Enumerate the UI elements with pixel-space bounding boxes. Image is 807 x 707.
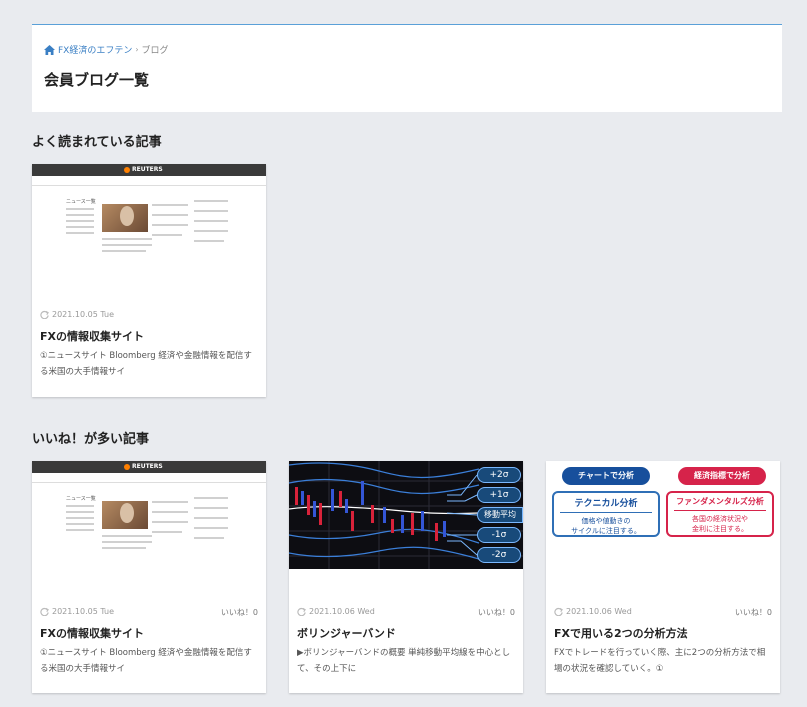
fundamental-text: 各国の経済状況や 金利に注目する。 (692, 515, 748, 533)
article-date-text: 2021.10.05 Tue (52, 310, 115, 319)
refresh-icon (554, 607, 563, 616)
band-label-plus1: +1σ (477, 487, 521, 503)
article-excerpt: ①ニュースサイト Bloomberg 経済や金融情報を配信する米国の大手情報サイ (40, 648, 252, 674)
breadcrumb-home-link[interactable]: FX経済のエフテン (44, 43, 132, 56)
article-card[interactable]: チャートで分析 経済指標で分析 テクニカル分析 価格や値動きの サイクルに注目す… (546, 461, 780, 693)
section-title-popular: よく読まれている記事 (32, 135, 162, 150)
fundamental-title: ファンダメンタルズ分析 (676, 497, 764, 506)
article-thumbnail[interactable]: +2σ +1σ 移動平均 -1σ -2σ (289, 461, 523, 569)
breadcrumb-home-label: FX経済のエフテン (58, 46, 133, 56)
technical-text: 価格や値動きの サイクルに注目する。 (571, 517, 641, 535)
article-date: 2021.10.05 Tue (40, 310, 114, 319)
page-header: FX経済のエフテン › ブログ 会員ブログ一覧 (32, 24, 782, 112)
home-icon (44, 44, 55, 55)
thumbnail-caption: ニュース一覧 (66, 496, 96, 502)
fundamental-box: ファンダメンタルズ分析 各国の経済状況や 金利に注目する。 (666, 491, 774, 537)
article-date: 2021.10.06 Wed (554, 607, 632, 616)
article-title[interactable]: ボリンジャーバンド (297, 625, 396, 641)
band-label-minus1: -1σ (477, 527, 521, 543)
refresh-icon (297, 607, 306, 616)
breadcrumb: FX経済のエフテン › ブログ (44, 43, 169, 56)
article-card[interactable]: REUTERS ニュース一覧 2021.10.05 Tue FXの情報収集サイト… (32, 164, 266, 397)
like-count: いいね！0 (220, 608, 258, 617)
like-count: いいね！0 (734, 608, 772, 617)
refresh-icon (40, 607, 49, 616)
article-date-text: 2021.10.06 Wed (309, 607, 375, 616)
thumbnail-caption: ニュース一覧 (66, 199, 96, 205)
technical-box: テクニカル分析 価格や値動きの サイクルに注目する。 (552, 491, 660, 537)
band-label-plus2: +2σ (477, 467, 521, 483)
article-thumbnail[interactable]: チャートで分析 経済指標で分析 テクニカル分析 価格や値動きの サイクルに注目す… (546, 461, 780, 569)
technical-title: テクニカル分析 (574, 499, 638, 509)
like-count: いいね！0 (477, 608, 515, 617)
refresh-icon (40, 310, 49, 319)
breadcrumb-separator: › (135, 45, 139, 54)
article-date: 2021.10.06 Wed (297, 607, 375, 616)
reuters-logo-icon (124, 464, 130, 470)
article-excerpt: ▶ボリンジャーバンドの概要 単純移動平均線を中心として、その上下に (297, 648, 511, 674)
article-title[interactable]: FXで用いる2つの分析方法 (554, 625, 688, 641)
article-excerpt: FXでトレードを行っていく際、主に2つの分析方法で相場の状況を確認していく。① (554, 648, 766, 674)
article-date-text: 2021.10.05 Tue (52, 607, 115, 616)
page-title: 会員ブログ一覧 (44, 71, 150, 89)
band-label-ma: 移動平均 (477, 507, 523, 523)
article-card[interactable]: REUTERS ニュース一覧 2021.10.05 Tue いいね！0 FXの情… (32, 461, 266, 693)
thumbnail-brand: REUTERS (132, 166, 163, 173)
article-title[interactable]: FXの情報収集サイト (40, 328, 144, 344)
article-thumbnail[interactable]: REUTERS ニュース一覧 (32, 164, 266, 272)
fundamental-tag: 経済指標で分析 (678, 467, 766, 485)
technical-tag: チャートで分析 (562, 467, 650, 485)
thumbnail-brand: REUTERS (132, 463, 163, 470)
band-label-minus2: -2σ (477, 547, 521, 563)
article-date-text: 2021.10.06 Wed (566, 607, 632, 616)
article-thumbnail[interactable]: REUTERS ニュース一覧 (32, 461, 266, 569)
section-title-liked: いいね！が多い記事 (32, 432, 150, 447)
article-card[interactable]: +2σ +1σ 移動平均 -1σ -2σ 2021.10.06 Wed いいね！… (289, 461, 523, 693)
breadcrumb-current: ブログ (141, 46, 169, 56)
article-title[interactable]: FXの情報収集サイト (40, 625, 144, 641)
article-excerpt: ①ニュースサイト Bloomberg 経済や金融情報を配信する米国の大手情報サイ (40, 351, 252, 377)
reuters-logo-icon (124, 167, 130, 173)
article-date: 2021.10.05 Tue (40, 607, 114, 616)
